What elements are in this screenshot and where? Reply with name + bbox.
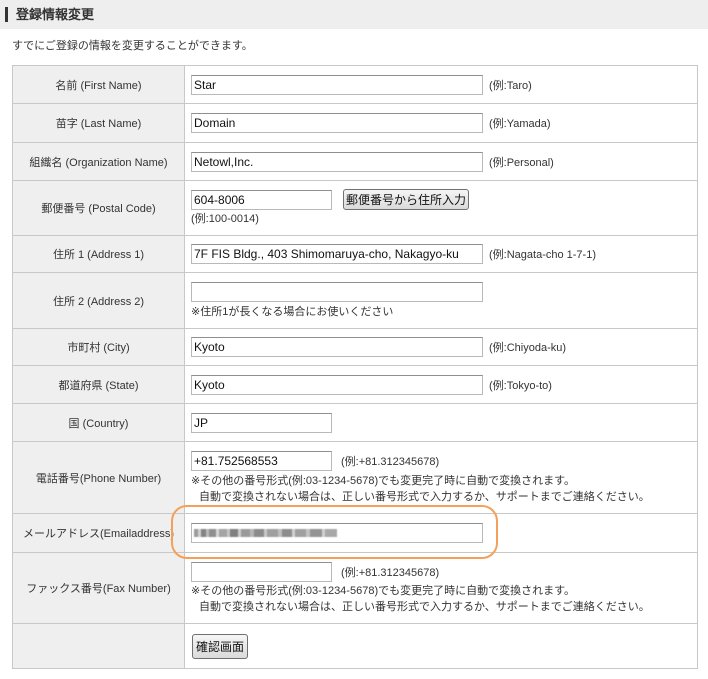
state-label: 都道府県 (State) (13, 366, 185, 403)
phone-cell: (例:+81.312345678) ※その他の番号形式(例:03-1234-56… (185, 442, 697, 513)
row-last-name: 苗字 (Last Name) (例:Yamada) (13, 104, 697, 143)
email-input[interactable] (191, 523, 483, 543)
fax-cell: (例:+81.312345678) ※その他の番号形式(例:03-1234-56… (185, 553, 697, 623)
city-example: (例:Chiyoda-ku) (489, 342, 567, 354)
state-input[interactable] (191, 374, 483, 395)
row-phone: 電話番号(Phone Number) (例:+81.312345678) ※その… (13, 442, 697, 514)
address2-label: 住所 2 (Address 2) (13, 273, 185, 328)
email-cell (185, 514, 697, 552)
first-name-example: (例:Taro) (489, 79, 532, 92)
organization-input[interactable] (191, 151, 483, 172)
state-cell: (例:Tokyo-to) (185, 366, 697, 403)
row-postal-code: 郵便番号 (Postal Code) 郵便番号から住所入力 (例:100-001… (13, 181, 697, 236)
row-organization: 組織名 (Organization Name) (例:Personal) (13, 143, 697, 181)
address1-label: 住所 1 (Address 1) (13, 236, 185, 272)
phone-note-format: ※その他の番号形式(例:03-1234-5678)でも変更完了時に自動で変換され… (191, 474, 575, 487)
last-name-input[interactable] (191, 113, 483, 133)
first-name-cell: (例:Taro) (185, 66, 697, 103)
organization-label: 組織名 (Organization Name) (13, 143, 185, 180)
header-marker (5, 7, 8, 22)
phone-input[interactable] (191, 451, 332, 471)
phone-example: (例:+81.312345678) (341, 456, 440, 468)
fax-label: ファックス番号(Fax Number) (13, 553, 185, 623)
last-name-cell: (例:Yamada) (185, 104, 697, 142)
first-name-input[interactable] (191, 74, 483, 95)
registration-form: 名前 (First Name) (例:Taro) 苗字 (Last Name) … (12, 65, 698, 669)
intro-text: すでにご登録の情報を変更することができます。 (12, 40, 253, 52)
country-cell (185, 404, 697, 441)
row-state: 都道府県 (State) (例:Tokyo-to) (13, 366, 697, 404)
state-example: (例:Tokyo-to) (489, 379, 552, 392)
page-header: 登録情報変更 (0, 0, 708, 29)
submit-cell: 確認画面 (185, 624, 697, 668)
country-label: 国 (Country) (13, 404, 185, 441)
row-country: 国 (Country) (13, 404, 697, 442)
phone-note-support: 自動で変換されない場合は、正しい番号形式で入力するか、サポートまでご連絡ください… (199, 490, 650, 503)
address2-input[interactable] (191, 282, 483, 302)
address2-note: ※住所1が長くなる場合にお使いください (191, 305, 394, 318)
organization-cell: (例:Personal) (185, 143, 697, 180)
submit-label-empty (13, 624, 185, 668)
first-name-label: 名前 (First Name) (13, 66, 185, 103)
postal-code-label: 郵便番号 (Postal Code) (13, 181, 185, 235)
email-field-wrap (191, 523, 483, 543)
row-address2: 住所 2 (Address 2) ※住所1が長くなる場合にお使いください (13, 273, 697, 329)
last-name-label: 苗字 (Last Name) (13, 104, 185, 142)
postal-code-cell: 郵便番号から住所入力 (例:100-0014) (185, 181, 697, 235)
address1-cell: (例:Nagata-cho 1-7-1) (185, 236, 697, 272)
organization-example: (例:Personal) (489, 156, 554, 169)
address1-input[interactable] (191, 244, 483, 264)
phone-label: 電話番号(Phone Number) (13, 442, 185, 513)
email-label: メールアドレス(Emailaddress) (13, 514, 185, 552)
address1-example: (例:Nagata-cho 1-7-1) (489, 249, 596, 261)
postal-code-input[interactable] (191, 189, 332, 210)
fax-example: (例:+81.312345678) (341, 566, 440, 579)
address2-cell: ※住所1が長くなる場合にお使いください (185, 273, 697, 328)
city-input[interactable] (191, 337, 483, 357)
row-city: 市町村 (City) (例:Chiyoda-ku) (13, 329, 697, 366)
row-submit: 確認画面 (13, 624, 697, 668)
fax-input[interactable] (191, 561, 332, 582)
row-address1: 住所 1 (Address 1) (例:Nagata-cho 1-7-1) (13, 236, 697, 273)
row-first-name: 名前 (First Name) (例:Taro) (13, 66, 697, 104)
fax-note-support: 自動で変換されない場合は、正しい番号形式で入力するか、サポートまでご連絡ください… (199, 601, 650, 613)
last-name-example: (例:Yamada) (489, 118, 551, 130)
city-cell: (例:Chiyoda-ku) (185, 329, 697, 365)
confirm-button[interactable]: 確認画面 (192, 633, 249, 659)
postal-lookup-button[interactable]: 郵便番号から住所入力 (343, 189, 470, 210)
row-email: メールアドレス(Emailaddress) (13, 514, 697, 553)
fax-note-format: ※その他の番号形式(例:03-1234-5678)でも変更完了時に自動で変換され… (191, 585, 575, 597)
page-title: 登録情報変更 (16, 7, 95, 22)
postal-code-example: (例:100-0014) (191, 213, 259, 225)
country-input[interactable] (191, 412, 332, 433)
city-label: 市町村 (City) (13, 329, 185, 365)
row-fax: ファックス番号(Fax Number) (例:+81.312345678) ※そ… (13, 553, 697, 624)
